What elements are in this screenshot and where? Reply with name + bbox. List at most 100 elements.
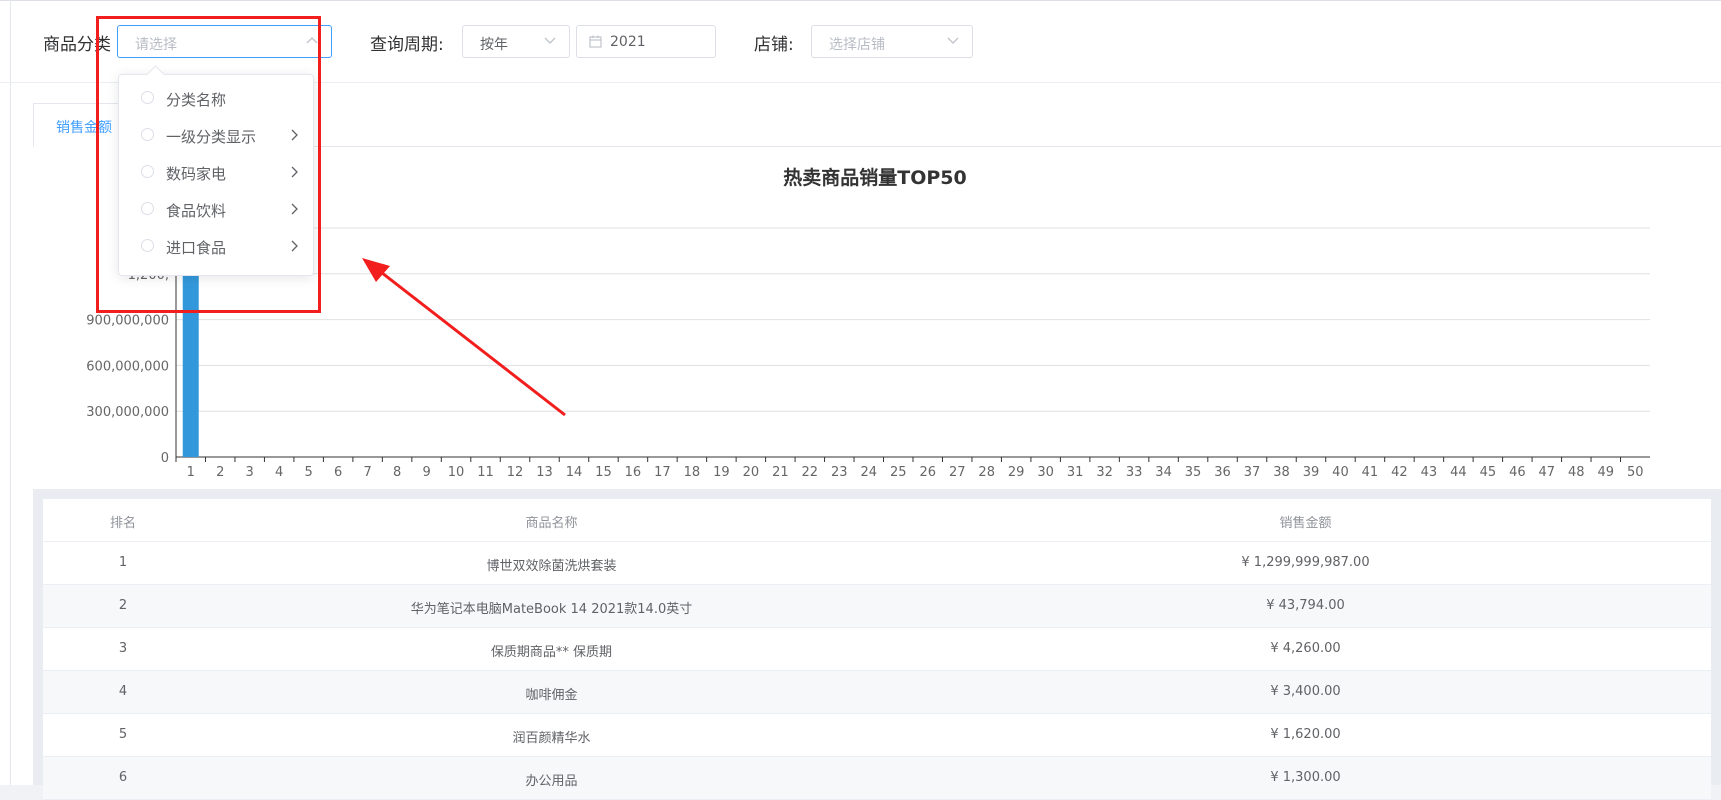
header-rank: 排名: [43, 512, 203, 531]
rank-cell: 6: [43, 770, 203, 785]
product-name-cell: 保质期商品** 保质期: [203, 641, 900, 660]
x-tick-label: 43: [1421, 465, 1438, 480]
rank-cell: 2: [43, 598, 203, 613]
x-tick-label: 29: [1008, 465, 1025, 480]
period-type-select[interactable]: 按年: [462, 25, 570, 58]
y-tick-label: 0: [161, 451, 169, 466]
x-tick-label: 26: [919, 465, 936, 480]
x-tick-label: 38: [1273, 465, 1290, 480]
page: 商品分类 请选择 查询周期: 按年 2021 店铺: 选择店铺 销售金额: [0, 0, 1721, 785]
header-sales-amount: 销售金额: [900, 512, 1711, 531]
x-tick-label: 23: [831, 465, 848, 480]
annotation-arrow-icon: [350, 250, 570, 425]
rank-cell: 1: [43, 555, 203, 570]
rank-cell: 3: [43, 641, 203, 656]
product-name-cell: 办公用品: [203, 770, 900, 789]
sales-amount-cell: ¥ 43,794.00: [900, 598, 1711, 613]
x-tick-label: 12: [507, 465, 524, 480]
x-tick-label: 47: [1539, 465, 1556, 480]
period-type-value: 按年: [480, 34, 508, 54]
chevron-down-icon: [543, 33, 557, 47]
x-tick-label: 21: [772, 465, 789, 480]
x-tick-label: 17: [654, 465, 671, 480]
x-tick-label: 49: [1598, 465, 1615, 480]
y-tick-label: 300,000,000: [86, 405, 169, 420]
x-axis-ticks: 1234567891011121314151617181920212223242…: [176, 457, 1644, 480]
x-tick-label: 50: [1627, 465, 1644, 480]
tab-divider: [173, 146, 1721, 147]
x-tick-label: 8: [393, 465, 401, 480]
store-label: 店铺:: [754, 30, 794, 55]
header-product-name: 商品名称: [203, 512, 900, 531]
x-tick-label: 40: [1332, 465, 1349, 480]
product-name-cell: 润百颜精华水: [203, 727, 900, 746]
x-tick-label: 36: [1214, 465, 1231, 480]
year-value: 2021: [610, 34, 646, 50]
x-tick-label: 44: [1450, 465, 1467, 480]
ranking-table: 排名 商品名称 销售金额 1 博世双效除菌洗烘套装 ¥ 1,299,999,98…: [43, 499, 1711, 800]
x-tick-label: 27: [949, 465, 966, 480]
rank-cell: 4: [43, 684, 203, 699]
table-header-row: 排名 商品名称 销售金额: [43, 499, 1711, 542]
ranking-table-container: 排名 商品名称 销售金额 1 博世双效除菌洗烘套装 ¥ 1,299,999,98…: [33, 489, 1721, 785]
product-name-cell: 华为笔记本电脑MateBook 14 2021款14.0英寸: [203, 598, 900, 617]
table-row: 2 华为笔记本电脑MateBook 14 2021款14.0英寸 ¥ 43,79…: [43, 585, 1711, 628]
period-label: 查询周期:: [370, 30, 444, 55]
x-tick-label: 25: [890, 465, 907, 480]
table-row: 5 润百颜精华水 ¥ 1,620.00: [43, 714, 1711, 757]
sales-amount-cell: ¥ 3,400.00: [900, 684, 1711, 699]
y-tick-label: 900,000,000: [86, 314, 169, 329]
table-row: 3 保质期商品** 保质期 ¥ 4,260.00: [43, 628, 1711, 671]
x-tick-label: 13: [536, 465, 553, 480]
x-tick-label: 37: [1244, 465, 1261, 480]
x-tick-label: 6: [334, 465, 342, 480]
x-tick-label: 16: [625, 465, 642, 480]
sales-amount-cell: ¥ 4,260.00: [900, 641, 1711, 656]
x-tick-label: 45: [1480, 465, 1497, 480]
product-name-cell: 咖啡佣金: [203, 684, 900, 703]
x-tick-label: 33: [1126, 465, 1143, 480]
calendar-icon: [589, 35, 602, 48]
year-picker[interactable]: 2021: [576, 25, 716, 58]
x-tick-label: 11: [477, 465, 494, 480]
x-tick-label: 24: [861, 465, 878, 480]
product-name-cell: 博世双效除菌洗烘套装: [203, 555, 900, 574]
rank-cell: 5: [43, 727, 203, 742]
y-tick-label: 600,000,000: [86, 359, 169, 374]
x-tick-label: 28: [978, 465, 995, 480]
x-tick-label: 19: [713, 465, 730, 480]
x-tick-label: 3: [246, 465, 254, 480]
x-tick-label: 34: [1155, 465, 1172, 480]
x-tick-label: 31: [1067, 465, 1084, 480]
x-tick-label: 7: [363, 465, 371, 480]
x-tick-label: 5: [305, 465, 313, 480]
x-tick-label: 1: [187, 465, 195, 480]
table-row: 1 博世双效除菌洗烘套装 ¥ 1,299,999,987.00: [43, 542, 1711, 585]
x-tick-label: 30: [1037, 465, 1054, 480]
x-tick-label: 32: [1096, 465, 1113, 480]
x-tick-label: 22: [802, 465, 819, 480]
x-tick-label: 39: [1303, 465, 1320, 480]
x-tick-label: 2: [216, 465, 224, 480]
sales-amount-cell: ¥ 1,300.00: [900, 770, 1711, 785]
table-row: 6 办公用品 ¥ 1,300.00: [43, 757, 1711, 800]
chevron-down-icon: [946, 33, 960, 47]
x-tick-label: 4: [275, 465, 283, 480]
table-row: 4 咖啡佣金 ¥ 3,400.00: [43, 671, 1711, 714]
sales-amount-cell: ¥ 1,299,999,987.00: [900, 555, 1711, 570]
sales-amount-cell: ¥ 1,620.00: [900, 727, 1711, 742]
x-tick-label: 41: [1362, 465, 1379, 480]
x-tick-label: 42: [1391, 465, 1408, 480]
x-tick-label: 18: [684, 465, 701, 480]
chart-title: 热卖商品销量TOP50: [783, 166, 966, 189]
annotation-highlight-box: [96, 16, 321, 313]
x-tick-label: 48: [1568, 465, 1585, 480]
x-tick-label: 20: [743, 465, 760, 480]
x-tick-label: 9: [422, 465, 430, 480]
x-tick-label: 14: [566, 465, 583, 480]
store-select[interactable]: 选择店铺: [811, 25, 973, 58]
x-tick-label: 10: [448, 465, 465, 480]
x-tick-label: 35: [1185, 465, 1202, 480]
x-tick-label: 46: [1509, 465, 1526, 480]
store-placeholder: 选择店铺: [829, 34, 885, 54]
